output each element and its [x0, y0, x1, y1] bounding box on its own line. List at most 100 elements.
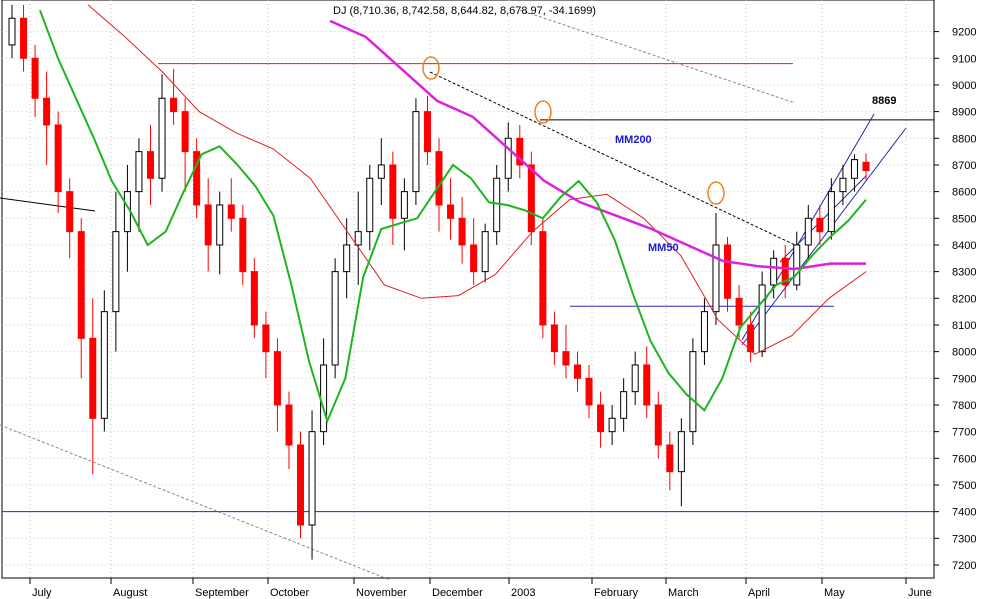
candle-body	[308, 431, 316, 526]
mm50-label: MM50	[648, 242, 679, 254]
candle-body	[239, 217, 247, 273]
y-tick-label: 8000	[952, 347, 976, 359]
candle-body	[539, 231, 547, 326]
candle-body	[77, 231, 85, 339]
candle-body	[562, 351, 570, 366]
candle-body	[354, 231, 362, 246]
candle-body	[839, 177, 847, 193]
candle-body	[100, 311, 108, 419]
candle-body	[493, 177, 501, 233]
candle-body	[677, 431, 685, 473]
y-tick-label: 8100	[952, 320, 976, 332]
chart-header: DJ (8,710.36, 8,742.58, 8,644.82, 8,678.…	[333, 5, 596, 17]
candle-body	[400, 191, 408, 219]
candle-body	[273, 351, 281, 406]
candle-body	[816, 217, 824, 233]
candle-body	[447, 204, 455, 219]
candle-body	[700, 311, 708, 353]
candle-body	[158, 97, 166, 179]
y-tick-label: 8900	[952, 107, 976, 119]
y-tick-label: 9200	[952, 27, 976, 39]
y-tick-label: 7800	[952, 400, 976, 412]
candle-body	[666, 444, 674, 473]
x-tick-label: March	[668, 587, 699, 599]
y-tick-label: 7300	[952, 533, 976, 545]
y-tick-label: 7700	[952, 427, 976, 439]
candle-body	[770, 257, 778, 286]
candle-body	[20, 17, 28, 59]
candle-body	[146, 151, 154, 179]
y-tick-label: 7900	[952, 373, 976, 385]
x-tick-label: September	[195, 587, 249, 599]
candle-body	[654, 404, 662, 446]
candle-body	[724, 244, 732, 299]
candle-body	[458, 217, 466, 246]
y-tick-label: 8500	[952, 213, 976, 225]
candle-body	[423, 111, 431, 153]
y-tick-label: 8800	[952, 133, 976, 145]
candle-body	[597, 404, 605, 433]
candle-body	[585, 377, 593, 406]
candle-body	[8, 17, 16, 46]
candle-body	[297, 444, 305, 526]
candle-body	[285, 404, 293, 446]
candle-body	[850, 159, 858, 179]
mm200-label: MM200	[615, 134, 652, 146]
x-tick-label: April	[748, 587, 770, 599]
candle-body	[181, 111, 189, 153]
x-tick-label: November	[356, 587, 407, 599]
x-tick-label: December	[432, 587, 483, 599]
candle-body	[504, 137, 512, 179]
y-tick-label: 8300	[952, 267, 976, 279]
candle-body	[31, 57, 39, 99]
candle-body	[320, 364, 328, 433]
candle-body	[435, 151, 443, 206]
candle-body	[170, 97, 178, 113]
y-tick-label: 8700	[952, 160, 976, 172]
candle-body	[620, 391, 628, 419]
candle-body	[573, 364, 581, 379]
candle-body	[250, 271, 258, 326]
x-tick-label: October	[270, 587, 309, 599]
candle-body	[550, 324, 558, 353]
candle-body	[608, 417, 616, 433]
stock-chart: 7200 7300 7400 7500 7600 7700 7800 7900 8000 8100…	[0, 0, 994, 599]
candle-body	[343, 244, 351, 273]
x-tick-label: February	[594, 587, 639, 599]
y-tick-label: 8400	[952, 240, 976, 252]
candle-body	[262, 324, 270, 353]
x-tick-label: August	[113, 587, 147, 599]
candle-body	[216, 204, 224, 246]
candle-body	[862, 161, 870, 172]
y-tick-label: 7200	[952, 560, 976, 572]
candle-body	[758, 284, 766, 353]
candle-body	[643, 364, 651, 406]
candle-body	[366, 177, 374, 233]
x-tick-label: May	[824, 587, 845, 599]
y-tick-label: 8600	[952, 187, 976, 199]
candle-body	[804, 217, 812, 246]
candle-body	[89, 337, 97, 419]
candle-body	[712, 244, 720, 313]
y-tick-label: 7600	[952, 453, 976, 465]
y-tick-label: 7400	[952, 507, 976, 519]
candle-body	[377, 164, 385, 179]
y-tick-label: 9000	[952, 80, 976, 92]
candle-body	[54, 124, 62, 193]
candle-body	[135, 151, 143, 193]
candle-body	[481, 231, 489, 273]
candle-body	[412, 111, 420, 193]
x-tick-label: July	[32, 587, 52, 599]
candle-body	[66, 191, 74, 233]
candle-body	[470, 244, 478, 273]
y-tick-label: 9100	[952, 53, 976, 65]
y-tick-label: 7500	[952, 480, 976, 492]
level-8869-label: 8869	[872, 95, 896, 107]
candle-body	[631, 364, 639, 393]
candle-body	[689, 351, 697, 433]
candle-body	[793, 244, 801, 286]
candle-body	[389, 164, 397, 219]
y-tick-label: 8200	[952, 293, 976, 305]
candle-body	[112, 231, 120, 313]
candle-body	[735, 297, 743, 326]
